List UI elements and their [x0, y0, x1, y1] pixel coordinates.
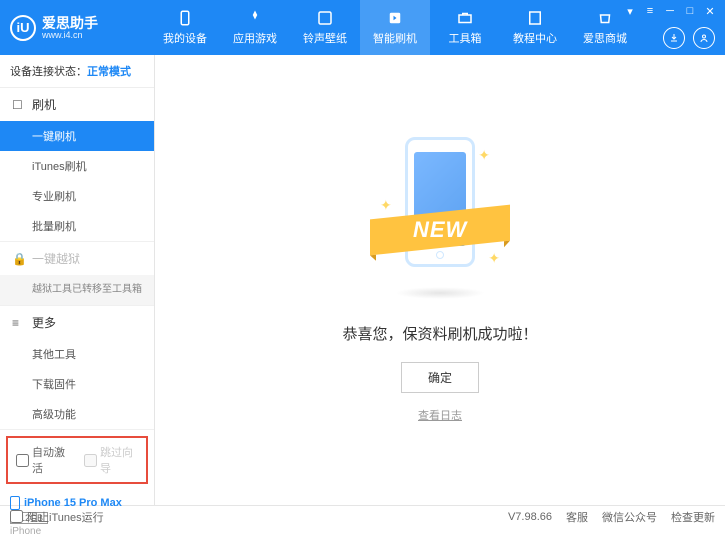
auto-activate-checkbox[interactable]: 自动激活 [16, 444, 70, 476]
flash-section-icon: ☐ [12, 98, 26, 112]
close-button[interactable]: ✕ [703, 4, 717, 18]
section-label: 刷机 [32, 96, 56, 113]
store-icon [596, 9, 614, 27]
nav-label: 应用游戏 [233, 30, 277, 46]
titlebar: iU 爱思助手 www.i4.cn 我的设备 应用游戏 铃声壁纸 智能刷机 工具… [0, 0, 725, 55]
nav-label: 智能刷机 [373, 30, 417, 46]
version-label: V7.98.66 [508, 511, 552, 523]
book-icon [526, 9, 544, 27]
sidebar-item-itunes[interactable]: iTunes刷机 [0, 151, 154, 181]
app-logo: iU 爱思助手 www.i4.cn [0, 15, 150, 41]
more-icon: ≡ [12, 316, 26, 330]
toolbox-icon [456, 9, 474, 27]
nav-label: 教程中心 [513, 30, 557, 46]
nav-label: 工具箱 [449, 30, 482, 46]
success-illustration: ✦✦✦ NEW [370, 137, 510, 307]
sidebar-flash-header[interactable]: ☐ 刷机 [0, 88, 154, 121]
view-log-link[interactable]: 查看日志 [418, 407, 462, 423]
nav-ringtones[interactable]: 铃声壁纸 [290, 0, 360, 55]
block-itunes-checkbox[interactable]: 阻止iTunes运行 [10, 509, 104, 525]
section-label: 更多 [32, 314, 56, 331]
grid-icon[interactable]: ≡ [643, 4, 657, 18]
status-value: 正常模式 [87, 66, 131, 78]
user-button[interactable] [693, 27, 715, 49]
app-name: 爱思助手 [42, 16, 98, 30]
sidebar-more-header[interactable]: ≡ 更多 [0, 306, 154, 339]
nav-label: 铃声壁纸 [303, 30, 347, 46]
download-button[interactable] [663, 27, 685, 49]
app-url: www.i4.cn [42, 30, 98, 40]
status-label: 设备连接状态： [10, 66, 87, 78]
sidebar-item-other-tools[interactable]: 其他工具 [0, 339, 154, 369]
apps-icon [246, 9, 264, 27]
wechat-link[interactable]: 微信公众号 [602, 509, 657, 525]
window-controls: ▾ ≡ ─ □ ✕ [623, 4, 717, 18]
checkbox-label: 跳过向导 [100, 444, 138, 476]
device-name: iPhone 15 Pro Max [24, 497, 122, 509]
success-message: 恭喜您，保资料刷机成功啦！ [342, 323, 537, 344]
sidebar-jailbreak-header: 🔒 一键越狱 [0, 242, 154, 275]
lock-icon: 🔒 [12, 252, 26, 266]
nav-label: 爱思商城 [583, 30, 627, 46]
checkbox-label: 阻止iTunes运行 [27, 509, 104, 525]
options-box: 自动激活 跳过向导 [6, 436, 148, 484]
connection-status: 设备连接状态：正常模式 [0, 55, 154, 88]
maximize-button[interactable]: □ [683, 4, 697, 18]
image-icon [316, 9, 334, 27]
sidebar-item-pro[interactable]: 专业刷机 [0, 181, 154, 211]
nav-apps[interactable]: 应用游戏 [220, 0, 290, 55]
top-nav: 我的设备 应用游戏 铃声壁纸 智能刷机 工具箱 教程中心 爱思商城 [150, 0, 640, 55]
ribbon-text: NEW [413, 217, 467, 243]
support-link[interactable]: 客服 [566, 509, 588, 525]
jailbreak-note: 越狱工具已转移至工具箱 [0, 275, 154, 305]
nav-label: 我的设备 [163, 30, 207, 46]
skip-setup-checkbox[interactable]: 跳过向导 [84, 444, 138, 476]
minimize-button[interactable]: ─ [663, 4, 677, 18]
checkbox-label: 自动激活 [32, 444, 70, 476]
nav-flash[interactable]: 智能刷机 [360, 0, 430, 55]
check-update-link[interactable]: 检查更新 [671, 509, 715, 525]
sidebar: 设备连接状态：正常模式 ☐ 刷机 一键刷机 iTunes刷机 专业刷机 批量刷机… [0, 55, 155, 505]
sidebar-item-batch[interactable]: 批量刷机 [0, 211, 154, 241]
flash-icon [386, 9, 404, 27]
nav-toolbox[interactable]: 工具箱 [430, 0, 500, 55]
device-type: iPhone [10, 526, 144, 537]
phone-icon [176, 9, 194, 27]
device-icon [10, 496, 20, 510]
ok-button[interactable]: 确定 [401, 362, 479, 393]
menu-icon[interactable]: ▾ [623, 4, 637, 18]
section-label: 一键越狱 [32, 250, 80, 267]
sidebar-item-oneclick[interactable]: 一键刷机 [0, 121, 154, 151]
logo-icon: iU [10, 15, 36, 41]
sidebar-item-advanced[interactable]: 高级功能 [0, 399, 154, 429]
nav-my-device[interactable]: 我的设备 [150, 0, 220, 55]
main-content: ✦✦✦ NEW 恭喜您，保资料刷机成功啦！ 确定 查看日志 [155, 55, 725, 505]
nav-tutorials[interactable]: 教程中心 [500, 0, 570, 55]
sidebar-item-download-fw[interactable]: 下载固件 [0, 369, 154, 399]
